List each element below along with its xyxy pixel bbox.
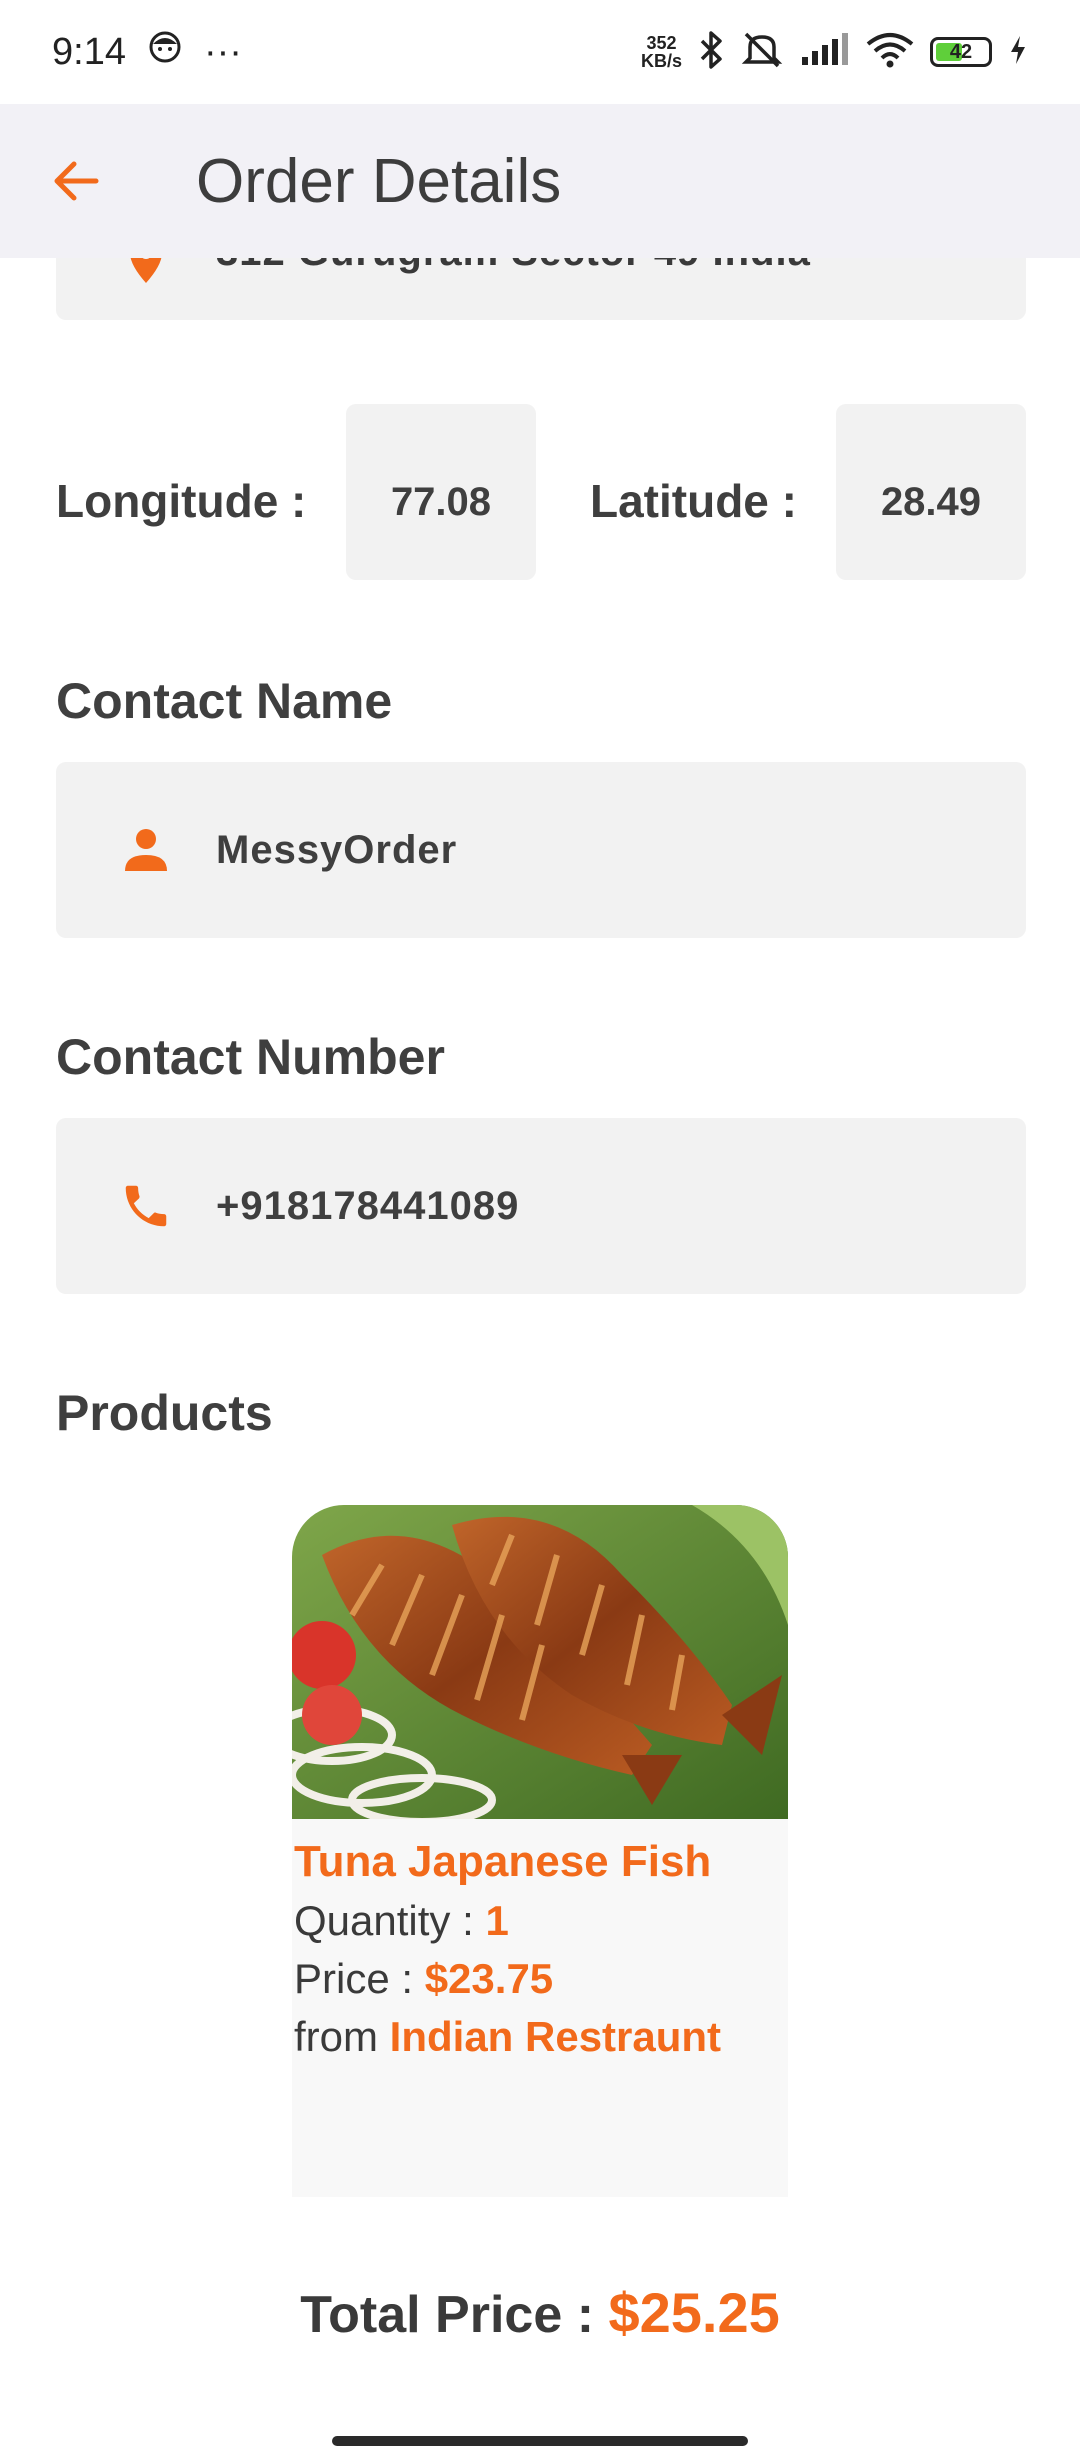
face-notification-icon [148,30,182,74]
total-price: Total Price : $25.25 [0,2280,1080,2345]
order-details-screen: 9:14 ··· 352 KB/s 42 Order Details Longi… [0,0,1080,2460]
contact-name-title: Contact Name [56,673,393,729]
total-price-label: Total Price : [300,2286,595,2344]
charging-icon [1008,34,1028,71]
status-bar: 9:14 ··· 352 KB/s 42 [0,0,1080,104]
wifi-icon [866,32,914,73]
home-indicator[interactable] [332,2436,748,2446]
battery-icon: 42 [930,37,992,67]
contact-name-field: MessyOrder [56,762,1026,938]
page-title: Order Details [196,146,562,216]
app-bar: Order Details [0,104,1080,258]
bluetooth-icon [698,30,724,75]
more-notifications-indicator: ··· [203,30,242,73]
back-arrow-icon [54,161,99,201]
product-restaurant: from Indian Restraunt [294,2013,722,2060]
product-price: Price : $23.75 [294,1955,554,2002]
back-button[interactable] [36,141,116,221]
phone-icon [116,1176,176,1236]
contact-name-value: MessyOrder [216,827,458,872]
longitude-label: Longitude : [56,475,307,527]
order-content[interactable]: 312 Gurugram Sector 49 India Longitude :… [0,0,1080,2460]
latitude-value: 28.49 [836,404,1026,580]
status-time: 9:14 [52,30,126,73]
products-title: Products [56,1385,273,1441]
longitude-value: 77.08 [346,404,536,580]
network-speed: 352 KB/s [640,33,682,71]
product-quantity: Quantity : 1 [294,1897,509,1944]
person-icon [116,820,176,880]
product-image [292,1505,788,1819]
product-name: Tuna Japanese Fish [294,1837,712,1886]
contact-number-title: Contact Number [56,1029,445,1085]
contact-number-field: +918178441089 [56,1118,1026,1294]
contact-number-value: +918178441089 [216,1183,520,1228]
total-price-value: $25.25 [608,2281,780,2344]
silent-mode-icon [740,30,784,75]
product-card[interactable]: Tuna Japanese Fish Quantity : 1 Price : … [292,1505,788,2197]
cellular-signal-icon [800,32,850,72]
latitude-label: Latitude : [590,475,797,527]
